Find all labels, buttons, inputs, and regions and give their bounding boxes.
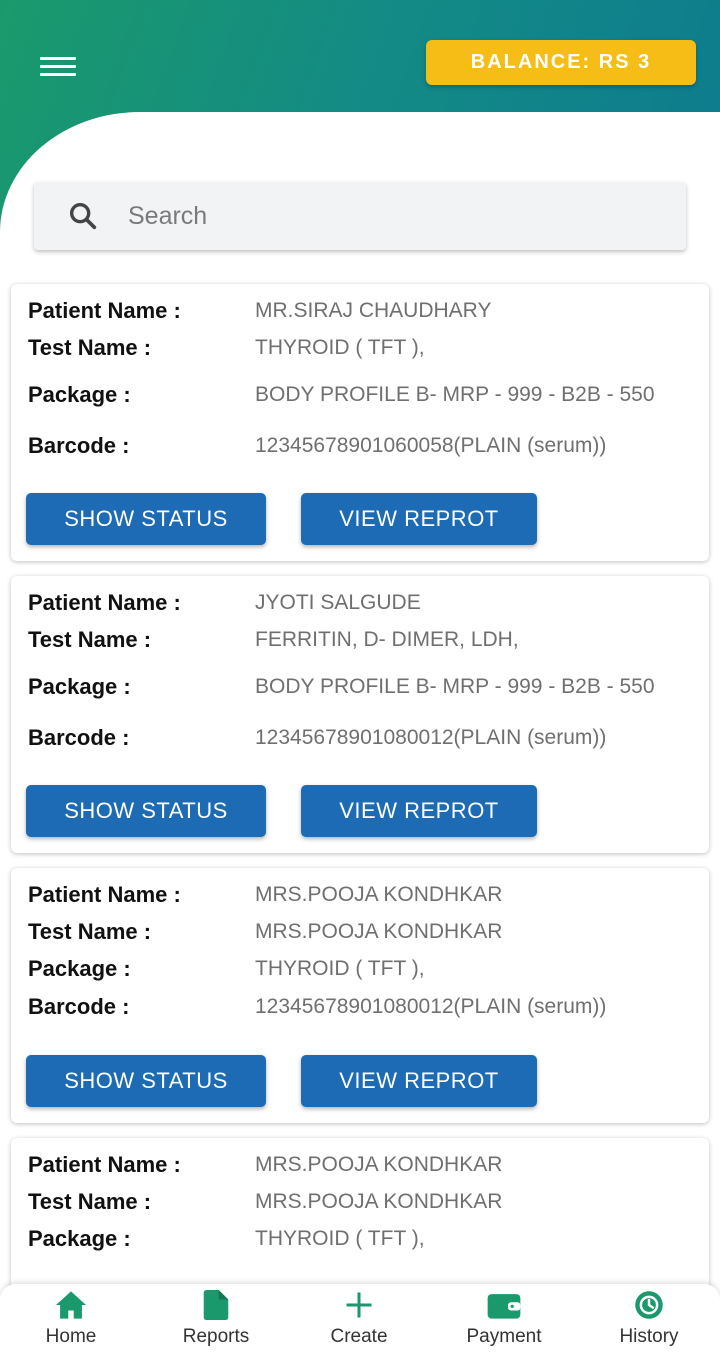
test-name-label: Test Name : (28, 335, 152, 360)
test-name-value: THYROID ( TFT ), (255, 336, 425, 359)
test-name-value: MRS.POOJA KONDHKAR (255, 1190, 503, 1213)
patient-name-value: MRS.POOJA KONDHKAR (255, 1153, 503, 1176)
report-list: Patient Name : MR.SIRAJ CHAUDHARY Test Na… (11, 284, 709, 1364)
barcode-label: Barcode : (28, 433, 130, 458)
report-card: Patient Name : MR.SIRAJ CHAUDHARY Test Na… (11, 284, 709, 561)
nav-home-label: Home (45, 1326, 97, 1347)
barcode-label: Barcode : (28, 725, 130, 750)
package-label: Package : (28, 1226, 131, 1251)
home-icon (56, 1291, 86, 1319)
test-name-label: Test Name : (28, 1189, 152, 1214)
search-input[interactable] (128, 201, 608, 231)
show-status-button[interactable]: SHOW STATUS (26, 493, 266, 545)
search-bar[interactable] (34, 182, 686, 250)
view-report-button[interactable]: VIEW REPROT (301, 493, 537, 545)
barcode-value: 12345678901080012(PLAIN (serum)) (255, 726, 607, 749)
patient-name-label: Patient Name : (28, 1152, 181, 1177)
balance-badge[interactable]: BALANCE: RS 3 (426, 40, 696, 85)
nav-history-label: History (619, 1326, 679, 1347)
barcode-value: 12345678901060058(PLAIN (serum)) (255, 434, 607, 457)
barcode-value: 12345678901080012(PLAIN (serum)) (255, 995, 607, 1018)
test-name-value: FERRITIN, D- DIMER, LDH, (255, 628, 519, 651)
patient-name-value: JYOTI SALGUDE (255, 591, 421, 614)
nav-payment-label: Payment (466, 1326, 542, 1347)
package-label: Package : (28, 382, 131, 407)
package-value: BODY PROFILE B- MRP - 999 - B2B - 550 (255, 383, 655, 406)
document-icon (203, 1290, 229, 1320)
package-label: Package : (28, 956, 131, 981)
patient-name-label: Patient Name : (28, 882, 181, 907)
show-status-button[interactable]: SHOW STATUS (26, 785, 266, 837)
plus-icon (346, 1292, 372, 1318)
hamburger-menu-icon[interactable] (40, 50, 84, 82)
patient-name-label: Patient Name : (28, 590, 181, 615)
package-value: THYROID ( TFT ), (255, 957, 425, 980)
report-card: Patient Name : JYOTI SALGUDE Test Name : F… (11, 576, 709, 853)
package-value: THYROID ( TFT ), (255, 1227, 425, 1250)
nav-create[interactable]: Create (316, 1284, 402, 1356)
view-report-button[interactable]: VIEW REPROT (301, 1055, 537, 1107)
wallet-icon (487, 1294, 521, 1319)
nav-home[interactable]: Home (30, 1284, 112, 1356)
report-card: Patient Name : MRS.POOJA KONDHKAR Test Na… (11, 868, 709, 1123)
view-report-button[interactable]: VIEW REPROT (301, 785, 537, 837)
search-icon (69, 202, 97, 230)
nav-reports[interactable]: Reports (170, 1284, 262, 1356)
nav-reports-label: Reports (182, 1326, 250, 1347)
test-name-value: MRS.POOJA KONDHKAR (255, 920, 503, 943)
bottom-navigation: Home Reports Create Payment History (0, 1284, 720, 1364)
package-label: Package : (28, 674, 131, 699)
barcode-label: Barcode : (28, 994, 130, 1019)
nav-history[interactable]: History (602, 1284, 696, 1356)
patient-name-value: MR.SIRAJ CHAUDHARY (255, 299, 492, 322)
history-icon (635, 1291, 663, 1319)
package-value: BODY PROFILE B- MRP - 999 - B2B - 550 (255, 675, 655, 698)
nav-create-label: Create (330, 1326, 388, 1347)
patient-name-label: Patient Name : (28, 298, 181, 323)
test-name-label: Test Name : (28, 919, 152, 944)
show-status-button[interactable]: SHOW STATUS (26, 1055, 266, 1107)
nav-payment[interactable]: Payment (452, 1284, 556, 1356)
test-name-label: Test Name : (28, 627, 152, 652)
patient-name-value: MRS.POOJA KONDHKAR (255, 883, 503, 906)
